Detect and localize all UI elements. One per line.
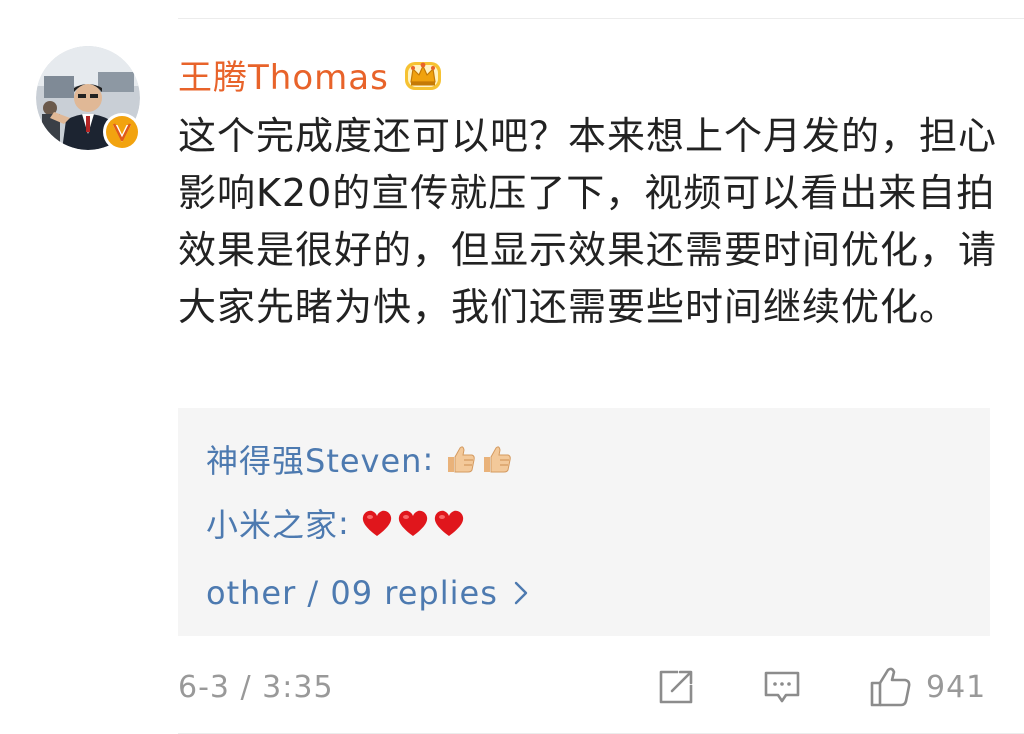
like-count: 941 (926, 669, 987, 705)
weibo-comment-card: 王腾Thomas 这个完成度还可以吧？本来想上个月发的，担心影响K20的宣传就压… (0, 0, 1024, 734)
share-button[interactable] (656, 660, 696, 714)
comment-icon (764, 671, 800, 703)
verified-v-badge-icon (103, 113, 141, 151)
top-divider (178, 18, 1024, 19)
reply-separator: : (422, 440, 435, 478)
comment-header: 王腾Thomas (178, 42, 445, 106)
replies-preview[interactable]: 神得强Steven: 小米之家: other / 09 replies (178, 408, 990, 636)
thumbs-up-icon (448, 446, 475, 473)
heart-icon (362, 510, 391, 536)
crown-icon (404, 62, 441, 90)
like-button[interactable]: 941 (868, 660, 986, 714)
more-replies-link[interactable]: other / 09 replies (206, 566, 530, 620)
thumbs-up-icon (484, 446, 511, 473)
comment-footer: 6-3 / 3:35 941 (178, 660, 990, 714)
thumbs-up-icon (870, 667, 911, 707)
reply-emojis (360, 506, 468, 540)
comment-body: 这个完成度还可以吧？本来想上个月发的，担心影响K20的宣传就压了下，视频可以看出… (178, 114, 998, 329)
reply-author[interactable]: 小米之家 (206, 500, 338, 546)
avatar[interactable] (36, 46, 141, 151)
heart-icon (434, 510, 463, 536)
heart-icon (398, 510, 427, 536)
share-icon (659, 670, 693, 704)
timestamp: 6-3 / 3:35 (178, 669, 334, 705)
author-name[interactable]: 王腾Thomas (178, 50, 389, 99)
reply-emojis (444, 442, 516, 476)
reply-separator: : (338, 504, 350, 542)
reply-author[interactable]: 神得强Steven (206, 436, 422, 482)
chevron-right-icon (514, 581, 528, 605)
more-replies-label: other / 09 replies (206, 574, 498, 612)
reply-item[interactable]: 小米之家: (206, 498, 468, 548)
reply-item[interactable]: 神得强Steven: (206, 434, 516, 484)
comment-button[interactable] (762, 660, 802, 714)
